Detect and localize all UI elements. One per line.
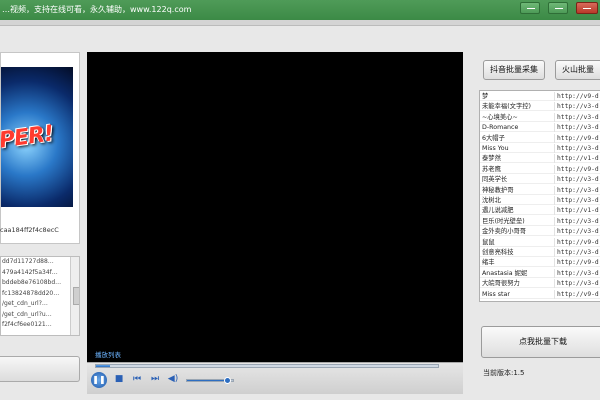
video-table[interactable]: 梦 http://v9-d 未能幸福(文字控) http://v3-d ~心境美心~ h… bbox=[479, 90, 600, 302]
table-row[interactable]: 6大帽子 http://v9-d bbox=[480, 133, 600, 143]
thumbnail-logo: PER! bbox=[1, 121, 55, 154]
list-item[interactable]: 479a4142f5a34f… bbox=[1, 268, 79, 279]
seek-bar[interactable] bbox=[95, 364, 439, 368]
table-row[interactable]: 未能幸福(文字控) http://v3-d bbox=[480, 102, 600, 112]
video-url-cell: http://v1-d bbox=[554, 154, 600, 164]
video-url-cell: http://v3-d bbox=[554, 144, 600, 153]
table-row[interactable]: D-Romance http://v3-d bbox=[480, 123, 600, 133]
video-url-cell: http://v3-d bbox=[554, 248, 600, 257]
video-url-cell: http://v3-d bbox=[554, 175, 600, 185]
table-row[interactable]: 同英学长 http://v3-d bbox=[480, 175, 600, 185]
volume-icon[interactable]: ◀) bbox=[166, 372, 180, 386]
table-row[interactable]: 遇儿说减肥 http://v1-d bbox=[480, 206, 600, 216]
window-frame bbox=[0, 20, 600, 26]
table-row[interactable]: Anastasia 妮妮 http://v3-d bbox=[480, 268, 600, 278]
url-list[interactable]: dd7d11727d88… 479a4142f5a34f… bddeb8e761… bbox=[0, 256, 80, 336]
video-url-cell: http://v3-d bbox=[554, 112, 600, 122]
author-name-cell: 巨乐(时光壁垒) bbox=[482, 217, 525, 225]
close-button[interactable] bbox=[576, 2, 598, 14]
list-item[interactable]: /get_cdn_url?… bbox=[1, 299, 79, 310]
list-item[interactable]: /get_cdn_url?u… bbox=[1, 310, 79, 321]
video-url-cell: http://v3-d bbox=[554, 102, 600, 112]
author-name-cell: 遇儿说减肥 bbox=[482, 207, 514, 215]
video-url-cell: http://v3-d bbox=[554, 279, 600, 289]
author-name-cell: 金外卖的小哥哥 bbox=[482, 228, 527, 236]
volume-slider[interactable] bbox=[186, 377, 234, 384]
video-id-label: caa184ff2f4c8ecC bbox=[0, 226, 59, 234]
video-player[interactable] bbox=[87, 52, 463, 362]
author-name-cell: Miss star bbox=[482, 290, 510, 298]
huoshan-batch-button[interactable]: 火山批量 bbox=[555, 60, 600, 80]
video-thumbnail-card[interactable]: PER! bbox=[0, 52, 80, 244]
video-url-cell: http://v1-d bbox=[554, 206, 600, 216]
prev-icon[interactable]: ⏮ bbox=[130, 372, 144, 386]
author-name-cell: 6大帽子 bbox=[482, 134, 505, 142]
table-row[interactable]: 梦 http://v9-d bbox=[480, 92, 600, 101]
video-url-cell: http://v9-d bbox=[554, 289, 600, 299]
video-url-cell: http://v3-d bbox=[554, 123, 600, 133]
seek-bar-fill bbox=[96, 365, 110, 367]
author-name-cell: D-Romance bbox=[482, 124, 519, 132]
video-url-cell: http://v3-d bbox=[554, 268, 600, 278]
video-url-cell: http://v3-d bbox=[554, 196, 600, 205]
video-url-cell: http://v9-d bbox=[554, 258, 600, 268]
pause-icon[interactable]: ❚❚ bbox=[91, 372, 107, 388]
author-name-cell: 苏老鹰 bbox=[482, 165, 501, 173]
video-url-cell: http://v3-d bbox=[554, 185, 600, 195]
video-url-cell: http://v9-d bbox=[554, 164, 600, 174]
table-row[interactable]: ~心境美心~ http://v3-d bbox=[480, 112, 600, 122]
author-name-cell: 大皖哥很努力 bbox=[482, 280, 520, 288]
table-row[interactable]: 鼠鼠 http://v9-d bbox=[480, 237, 600, 247]
video-url-cell: http://v9-d bbox=[554, 92, 600, 101]
douyin-batch-collect-button[interactable]: 抖音批量采集 bbox=[483, 60, 545, 80]
url-list-scrollbar[interactable] bbox=[70, 257, 79, 335]
volume-fill bbox=[187, 380, 229, 381]
table-row[interactable]: 苏老鹰 http://v9-d bbox=[480, 164, 600, 174]
author-name-cell: 梦 bbox=[482, 93, 489, 100]
author-name-cell: Miss You bbox=[482, 145, 509, 152]
video-thumbnail: PER! bbox=[1, 67, 73, 207]
window-title: …视频，支持在线可看，永久辅助，www.122q.com bbox=[2, 5, 192, 14]
list-item[interactable]: bddeb8e76108bd… bbox=[1, 278, 79, 289]
author-name-cell: 沈树北 bbox=[482, 197, 501, 204]
video-url-cell: http://v9-d bbox=[554, 237, 600, 247]
table-row[interactable]: Miss You http://v3-d bbox=[480, 144, 600, 153]
table-row[interactable]: 泰梦然 http://v1-d bbox=[480, 154, 600, 164]
table-row[interactable]: 绪丰 http://v9-d bbox=[480, 258, 600, 268]
video-url-cell: http://v3-d bbox=[554, 227, 600, 237]
author-name-cell: Anastasia 妮妮 bbox=[482, 269, 528, 277]
author-name-cell: 创意亮科技 bbox=[482, 249, 514, 256]
table-row[interactable]: 金外卖的小哥哥 http://v3-d bbox=[480, 227, 600, 237]
list-item[interactable]: f2f4cf6ee0121… bbox=[1, 320, 79, 331]
author-name-cell: 鼠鼠 bbox=[482, 238, 495, 246]
maximize-button[interactable] bbox=[548, 2, 568, 14]
stop-icon[interactable]: ■ bbox=[112, 372, 126, 386]
author-name-cell: 同英学长 bbox=[482, 176, 508, 184]
video-url-cell: http://v9-d bbox=[554, 133, 600, 143]
table-row[interactable]: 创意亮科技 http://v3-d bbox=[480, 248, 600, 257]
author-name-cell: 未能幸福(文字控) bbox=[482, 103, 531, 111]
table-row[interactable]: 大皖哥很努力 http://v3-d bbox=[480, 279, 600, 289]
video-url-cell: http://v3-d bbox=[554, 216, 600, 226]
list-item[interactable]: fc13824878dd20… bbox=[1, 289, 79, 300]
author-name-cell: ~心境美心~ bbox=[482, 113, 518, 121]
table-row[interactable]: Miss star http://v9-d bbox=[480, 289, 600, 299]
batch-download-button[interactable]: 点我批量下载 bbox=[481, 326, 600, 358]
table-row[interactable]: 沈树北 http://v3-d bbox=[480, 196, 600, 205]
next-icon[interactable]: ⏭ bbox=[148, 372, 162, 386]
minimize-button[interactable] bbox=[520, 2, 540, 14]
table-row[interactable]: 巨乐(时光壁垒) http://v3-d bbox=[480, 216, 600, 226]
left-action-button[interactable] bbox=[0, 356, 80, 382]
author-name-cell: 神秘教护哥 bbox=[482, 186, 514, 194]
title-bar: …视频，支持在线可看，永久辅助，www.122q.com bbox=[0, 0, 600, 20]
table-row[interactable]: 神秘教护哥 http://v3-d bbox=[480, 185, 600, 195]
version-label: 当前版本:1.5 bbox=[483, 369, 525, 377]
list-item[interactable]: dd7d11727d88… bbox=[1, 257, 79, 268]
playlist-label[interactable]: 播放列表 bbox=[95, 349, 121, 359]
author-name-cell: 绪丰 bbox=[482, 259, 495, 267]
author-name-cell: 泰梦然 bbox=[482, 155, 501, 163]
